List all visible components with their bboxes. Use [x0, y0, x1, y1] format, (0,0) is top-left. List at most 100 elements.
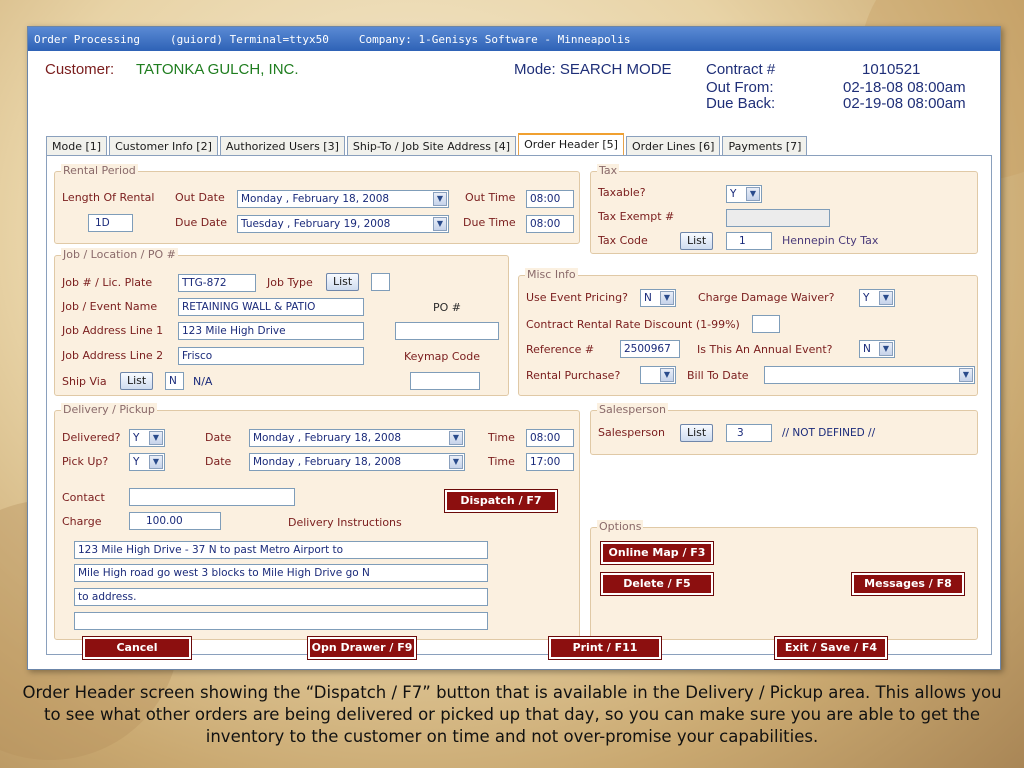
salesperson-legend: Salesperson — [597, 403, 668, 416]
job-type-input[interactable] — [371, 273, 390, 291]
chevron-down-icon[interactable]: ▼ — [433, 192, 447, 206]
instructions-line-4[interactable] — [74, 612, 488, 630]
open-drawer-button[interactable]: Opn Drawer / F9 — [307, 636, 417, 660]
chevron-down-icon[interactable]: ▼ — [433, 217, 447, 231]
length-of-rental-input[interactable]: 1D — [88, 214, 133, 232]
job-type-list-button[interactable]: List — [326, 273, 360, 291]
job-address2-label: Job Address Line 2 — [62, 349, 164, 362]
order-header-panel: Rental Period Length Of Rental 1D Out Da… — [46, 155, 992, 655]
annual-event-label: Is This An Annual Event? — [697, 343, 833, 356]
tab-order-header[interactable]: Order Header [5] — [518, 133, 624, 155]
tax-group: Tax Taxable? Y ▼ Tax Exempt # Tax Code Li… — [590, 164, 978, 254]
charge-input[interactable]: 100.00 — [129, 512, 221, 530]
chevron-down-icon[interactable]: ▼ — [449, 431, 463, 445]
reference-label: Reference # — [526, 343, 595, 356]
chevron-down-icon[interactable]: ▼ — [149, 455, 163, 469]
slide-caption: Order Header screen showing the “Dispatc… — [22, 683, 1002, 746]
contract-number: 1010521 — [862, 61, 921, 78]
delete-button[interactable]: Delete / F5 — [600, 572, 714, 596]
job-type-label: Job Type — [267, 276, 313, 289]
keymap-input[interactable] — [410, 372, 480, 390]
delivered-time-input[interactable]: 08:00 — [526, 429, 574, 447]
pickup-date-select[interactable]: Monday , February 18, 2008 ▼ — [249, 453, 465, 471]
annual-event-select[interactable]: N ▼ — [859, 340, 895, 358]
salesperson-input[interactable]: 3 — [726, 424, 772, 442]
misc-info-legend: Misc Info — [525, 268, 578, 281]
chevron-down-icon[interactable]: ▼ — [959, 368, 973, 382]
taxable-select[interactable]: Y ▼ — [726, 185, 762, 203]
rental-period-legend: Rental Period — [61, 164, 138, 177]
out-time-input[interactable]: 08:00 — [526, 190, 574, 208]
job-address2-input[interactable]: Frisco — [178, 347, 364, 365]
job-address1-input[interactable]: 123 Mile High Drive — [178, 322, 364, 340]
cancel-button[interactable]: Cancel — [82, 636, 192, 660]
bill-to-date-select[interactable]: ▼ — [764, 366, 975, 384]
delivery-pickup-group: Delivery / Pickup Delivered? Y ▼ Date Mon… — [54, 403, 580, 640]
delivered-value: Y — [133, 432, 140, 444]
instructions-line-3[interactable]: to address. — [74, 588, 488, 606]
salesperson-label: Salesperson — [598, 426, 665, 439]
tab-ship-to[interactable]: Ship-To / Job Site Address [4] — [346, 136, 517, 155]
job-location-legend: Job / Location / PO # — [61, 248, 178, 261]
delivery-pickup-legend: Delivery / Pickup — [61, 403, 157, 416]
damage-waiver-select[interactable]: Y ▼ — [859, 289, 895, 307]
tab-order-lines[interactable]: Order Lines [6] — [625, 136, 721, 155]
messages-button[interactable]: Messages / F8 — [851, 572, 965, 596]
due-time-input[interactable]: 08:00 — [526, 215, 574, 233]
tab-customer-info[interactable]: Customer Info [2] — [109, 136, 218, 155]
tax-code-input[interactable]: 1 — [726, 232, 772, 250]
pickup-time-input[interactable]: 17:00 — [526, 453, 574, 471]
mode-indicator: Mode: SEARCH MODE — [514, 61, 672, 78]
window-content: Customer: TATONKA GULCH, INC. Mode: SEAR… — [28, 51, 1000, 669]
tax-exempt-input[interactable] — [726, 209, 830, 227]
terminal-info: (guiord) Terminal=ttyx50 — [169, 32, 329, 46]
out-from-value: 02-18-08 08:00am — [843, 79, 966, 96]
chevron-down-icon[interactable]: ▼ — [879, 291, 893, 305]
tax-code-list-button[interactable]: List — [680, 232, 714, 250]
chevron-down-icon[interactable]: ▼ — [449, 455, 463, 469]
keymap-label: Keymap Code — [404, 350, 481, 363]
po-input[interactable] — [395, 322, 499, 340]
rental-purchase-label: Rental Purchase? — [526, 369, 621, 382]
contact-input[interactable] — [129, 488, 295, 506]
delivered-select[interactable]: Y ▼ — [129, 429, 165, 447]
tab-authorized-users[interactable]: Authorized Users [3] — [219, 136, 345, 155]
instructions-line-2[interactable]: Mile High road go west 3 blocks to Mile … — [74, 564, 488, 582]
delivered-date-select[interactable]: Monday , February 18, 2008 ▼ — [249, 429, 465, 447]
tab-mode[interactable]: Mode [1] — [46, 136, 108, 155]
order-processing-window: Order Processing (guiord) Terminal=ttyx5… — [27, 26, 1001, 670]
event-pricing-select[interactable]: N ▼ — [640, 289, 676, 307]
dispatch-button[interactable]: Dispatch / F7 — [444, 489, 558, 513]
chevron-down-icon[interactable]: ▼ — [746, 187, 760, 201]
salesperson-list-button[interactable]: List — [680, 424, 714, 442]
delivery-instructions-label: Delivery Instructions — [288, 516, 402, 529]
chevron-down-icon[interactable]: ▼ — [879, 342, 893, 356]
pickup-value: Y — [133, 456, 140, 468]
tax-exempt-label: Tax Exempt # — [598, 210, 675, 223]
ship-via-input[interactable]: N — [165, 372, 184, 390]
title-bar: Order Processing (guiord) Terminal=ttyx5… — [28, 27, 1000, 51]
due-date-select[interactable]: Tuesday , February 19, 2008 ▼ — [237, 215, 449, 233]
chevron-down-icon[interactable]: ▼ — [660, 291, 674, 305]
reference-input[interactable]: 2500967 — [620, 340, 680, 358]
pickup-select[interactable]: Y ▼ — [129, 453, 165, 471]
rental-purchase-select[interactable]: ▼ — [640, 366, 676, 384]
print-button[interactable]: Print / F11 — [548, 636, 662, 660]
chevron-down-icon[interactable]: ▼ — [660, 368, 674, 382]
online-map-button[interactable]: Online Map / F3 — [600, 541, 714, 565]
ship-via-label: Ship Via — [62, 375, 107, 388]
job-event-input[interactable]: RETAINING WALL & PATIO — [178, 298, 364, 316]
tax-code-label: Tax Code — [598, 234, 648, 247]
chevron-down-icon[interactable]: ▼ — [149, 431, 163, 445]
options-legend: Options — [597, 520, 644, 533]
ship-via-description: N/A — [193, 375, 213, 388]
pickup-label: Pick Up? — [62, 455, 109, 468]
annual-event-value: N — [863, 343, 871, 355]
exit-save-button[interactable]: Exit / Save / F4 — [774, 636, 888, 660]
job-plate-input[interactable]: TTG-872 — [178, 274, 256, 292]
out-date-select[interactable]: Monday , February 18, 2008 ▼ — [237, 190, 449, 208]
instructions-line-1[interactable]: 123 Mile High Drive - 37 N to past Metro… — [74, 541, 488, 559]
tab-payments[interactable]: Payments [7] — [722, 136, 808, 155]
ship-via-list-button[interactable]: List — [120, 372, 154, 390]
rate-discount-input[interactable] — [752, 315, 780, 333]
